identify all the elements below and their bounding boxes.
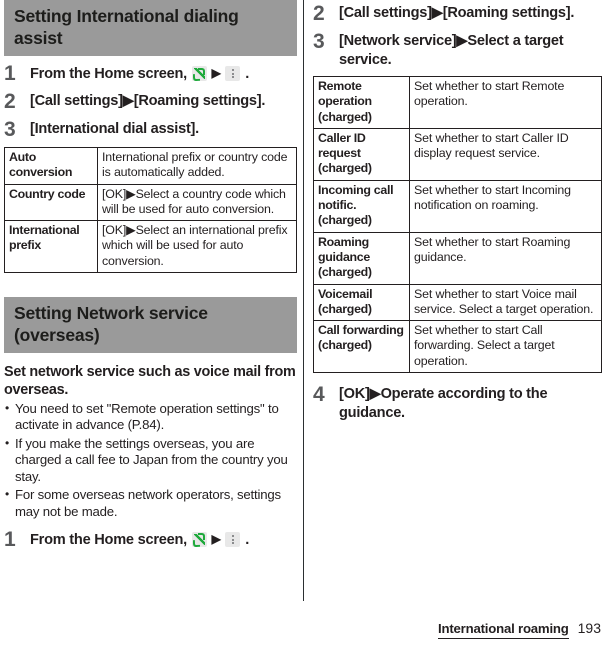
- step-number: 2: [313, 2, 325, 25]
- step-text: From the Home screen, ▶ .: [30, 63, 297, 84]
- section-intro-text: Set network service such as voice mail f…: [4, 364, 296, 399]
- step-item: 4 [OK]▶Operate according to the guidance…: [313, 384, 602, 422]
- step-text: [International dial assist].: [30, 121, 199, 137]
- network-service-table: Remote operation (charged) Set whether t…: [313, 76, 602, 374]
- phone-icon: [191, 531, 207, 547]
- step-text: [OK]▶Operate according to the guidance.: [339, 386, 548, 421]
- table-row: International prefix [OK]▶Select an inte…: [4, 220, 297, 274]
- table-row: Call forwarding (charged) Set whether to…: [313, 320, 602, 374]
- step-text-before: From the Home screen,: [30, 531, 187, 548]
- table-row: Country code [OK]▶Select a country code …: [4, 183, 297, 222]
- left-column: Setting International dialing assist 1 F…: [4, 0, 297, 550]
- step-text: [Call settings]▶[Roaming settings].: [30, 93, 266, 109]
- step-item: 3 [Network service]▶Select a target serv…: [313, 31, 602, 69]
- table-cell-value: Set whether to start Call forwarding. Se…: [409, 320, 602, 374]
- list-item: You need to set "Remote operation settin…: [4, 400, 297, 434]
- step-text-before: From the Home screen,: [30, 66, 187, 82]
- arrow-glyph: ▶: [211, 66, 221, 80]
- step-item: 1 From the Home screen, ▶ .: [4, 63, 297, 84]
- table-cell-value: Set whether to start Incoming notificati…: [409, 179, 602, 233]
- table-cell-value: Set whether to start Caller ID display r…: [409, 127, 602, 181]
- step-item: 1 From the Home screen, ▶ .: [4, 529, 297, 550]
- table-row: Auto conversion International prefix or …: [4, 147, 297, 185]
- step-number: 4: [313, 383, 325, 407]
- international-dial-assist-table: Auto conversion International prefix or …: [4, 147, 297, 274]
- page-footer: International roaming 193: [0, 620, 609, 639]
- table-row: Incoming call notific. (charged) Set whe…: [313, 179, 602, 233]
- step-item: 2 [Call settings]▶[Roaming settings].: [313, 3, 602, 24]
- table-cell-key: Incoming call notific. (charged): [313, 179, 410, 233]
- table-cell-key: Call forwarding (charged): [313, 320, 410, 374]
- step-item: 2 [Call settings]▶[Roaming settings].: [4, 91, 297, 112]
- manual-page: Setting International dialing assist 1 F…: [0, 0, 609, 647]
- table-row: Roaming guidance (charged) Set whether t…: [313, 231, 602, 285]
- section-heading-international-dialing-assist: Setting International dialing assist: [4, 0, 297, 56]
- table-cell-key: Caller ID request (charged): [313, 127, 410, 181]
- overflow-menu-icon: [225, 66, 241, 81]
- step-text-after: .: [245, 66, 249, 82]
- column-divider: [303, 0, 304, 601]
- table-cell-value: [OK]▶Select an international prefix whic…: [97, 220, 297, 274]
- list-item: For some overseas network operators, set…: [4, 486, 297, 520]
- table-cell-key: Remote operation (charged): [313, 76, 410, 129]
- table-cell-key: Voicemail (charged): [313, 283, 410, 322]
- step-text-after: .: [245, 531, 249, 548]
- notes-list: You need to set "Remote operation settin…: [4, 400, 297, 520]
- table-cell-value: Set whether to start Voice mail service.…: [409, 283, 602, 322]
- step-number: 2: [4, 90, 16, 113]
- footer-page-number: 193: [577, 620, 601, 636]
- footer-chapter-title: International roaming: [438, 621, 569, 639]
- table-cell-key: International prefix: [4, 220, 98, 274]
- table-row: Caller ID request (charged) Set whether …: [313, 127, 602, 181]
- table-cell-value: Set whether to start Roaming guidance.: [409, 231, 602, 285]
- table-row: Voicemail (charged) Set whether to start…: [313, 283, 602, 322]
- table-cell-value: International prefix or country code is …: [97, 147, 297, 185]
- step-text: [Network service]▶Select a target servic…: [339, 33, 564, 68]
- phone-icon: [191, 66, 207, 81]
- list-item: If you make the settings overseas, you a…: [4, 435, 297, 485]
- table-cell-value: [OK]▶Select a country code which will be…: [97, 183, 297, 222]
- table-cell-key: Auto conversion: [4, 147, 98, 185]
- table-cell-value: Set whether to start Remote operation.: [409, 76, 602, 129]
- table-cell-key: Roaming guidance (charged): [313, 231, 410, 285]
- overflow-menu-icon: [225, 531, 241, 547]
- step-number: 3: [313, 30, 325, 53]
- step-text: From the Home screen, ▶ .: [30, 529, 297, 550]
- step-text: [Call settings]▶[Roaming settings].: [339, 5, 575, 21]
- table-row: Remote operation (charged) Set whether t…: [313, 76, 602, 129]
- step-number: 1: [4, 62, 16, 85]
- arrow-glyph: ▶: [211, 531, 221, 546]
- table-cell-key: Country code: [4, 183, 98, 222]
- step-number: 1: [4, 527, 16, 551]
- step-number: 3: [4, 118, 16, 141]
- right-column: 2 [Call settings]▶[Roaming settings]. 3 …: [313, 0, 602, 422]
- section-heading-network-service-overseas: Setting Network service (overseas): [4, 297, 297, 354]
- step-item: 3 [International dial assist].: [4, 119, 297, 140]
